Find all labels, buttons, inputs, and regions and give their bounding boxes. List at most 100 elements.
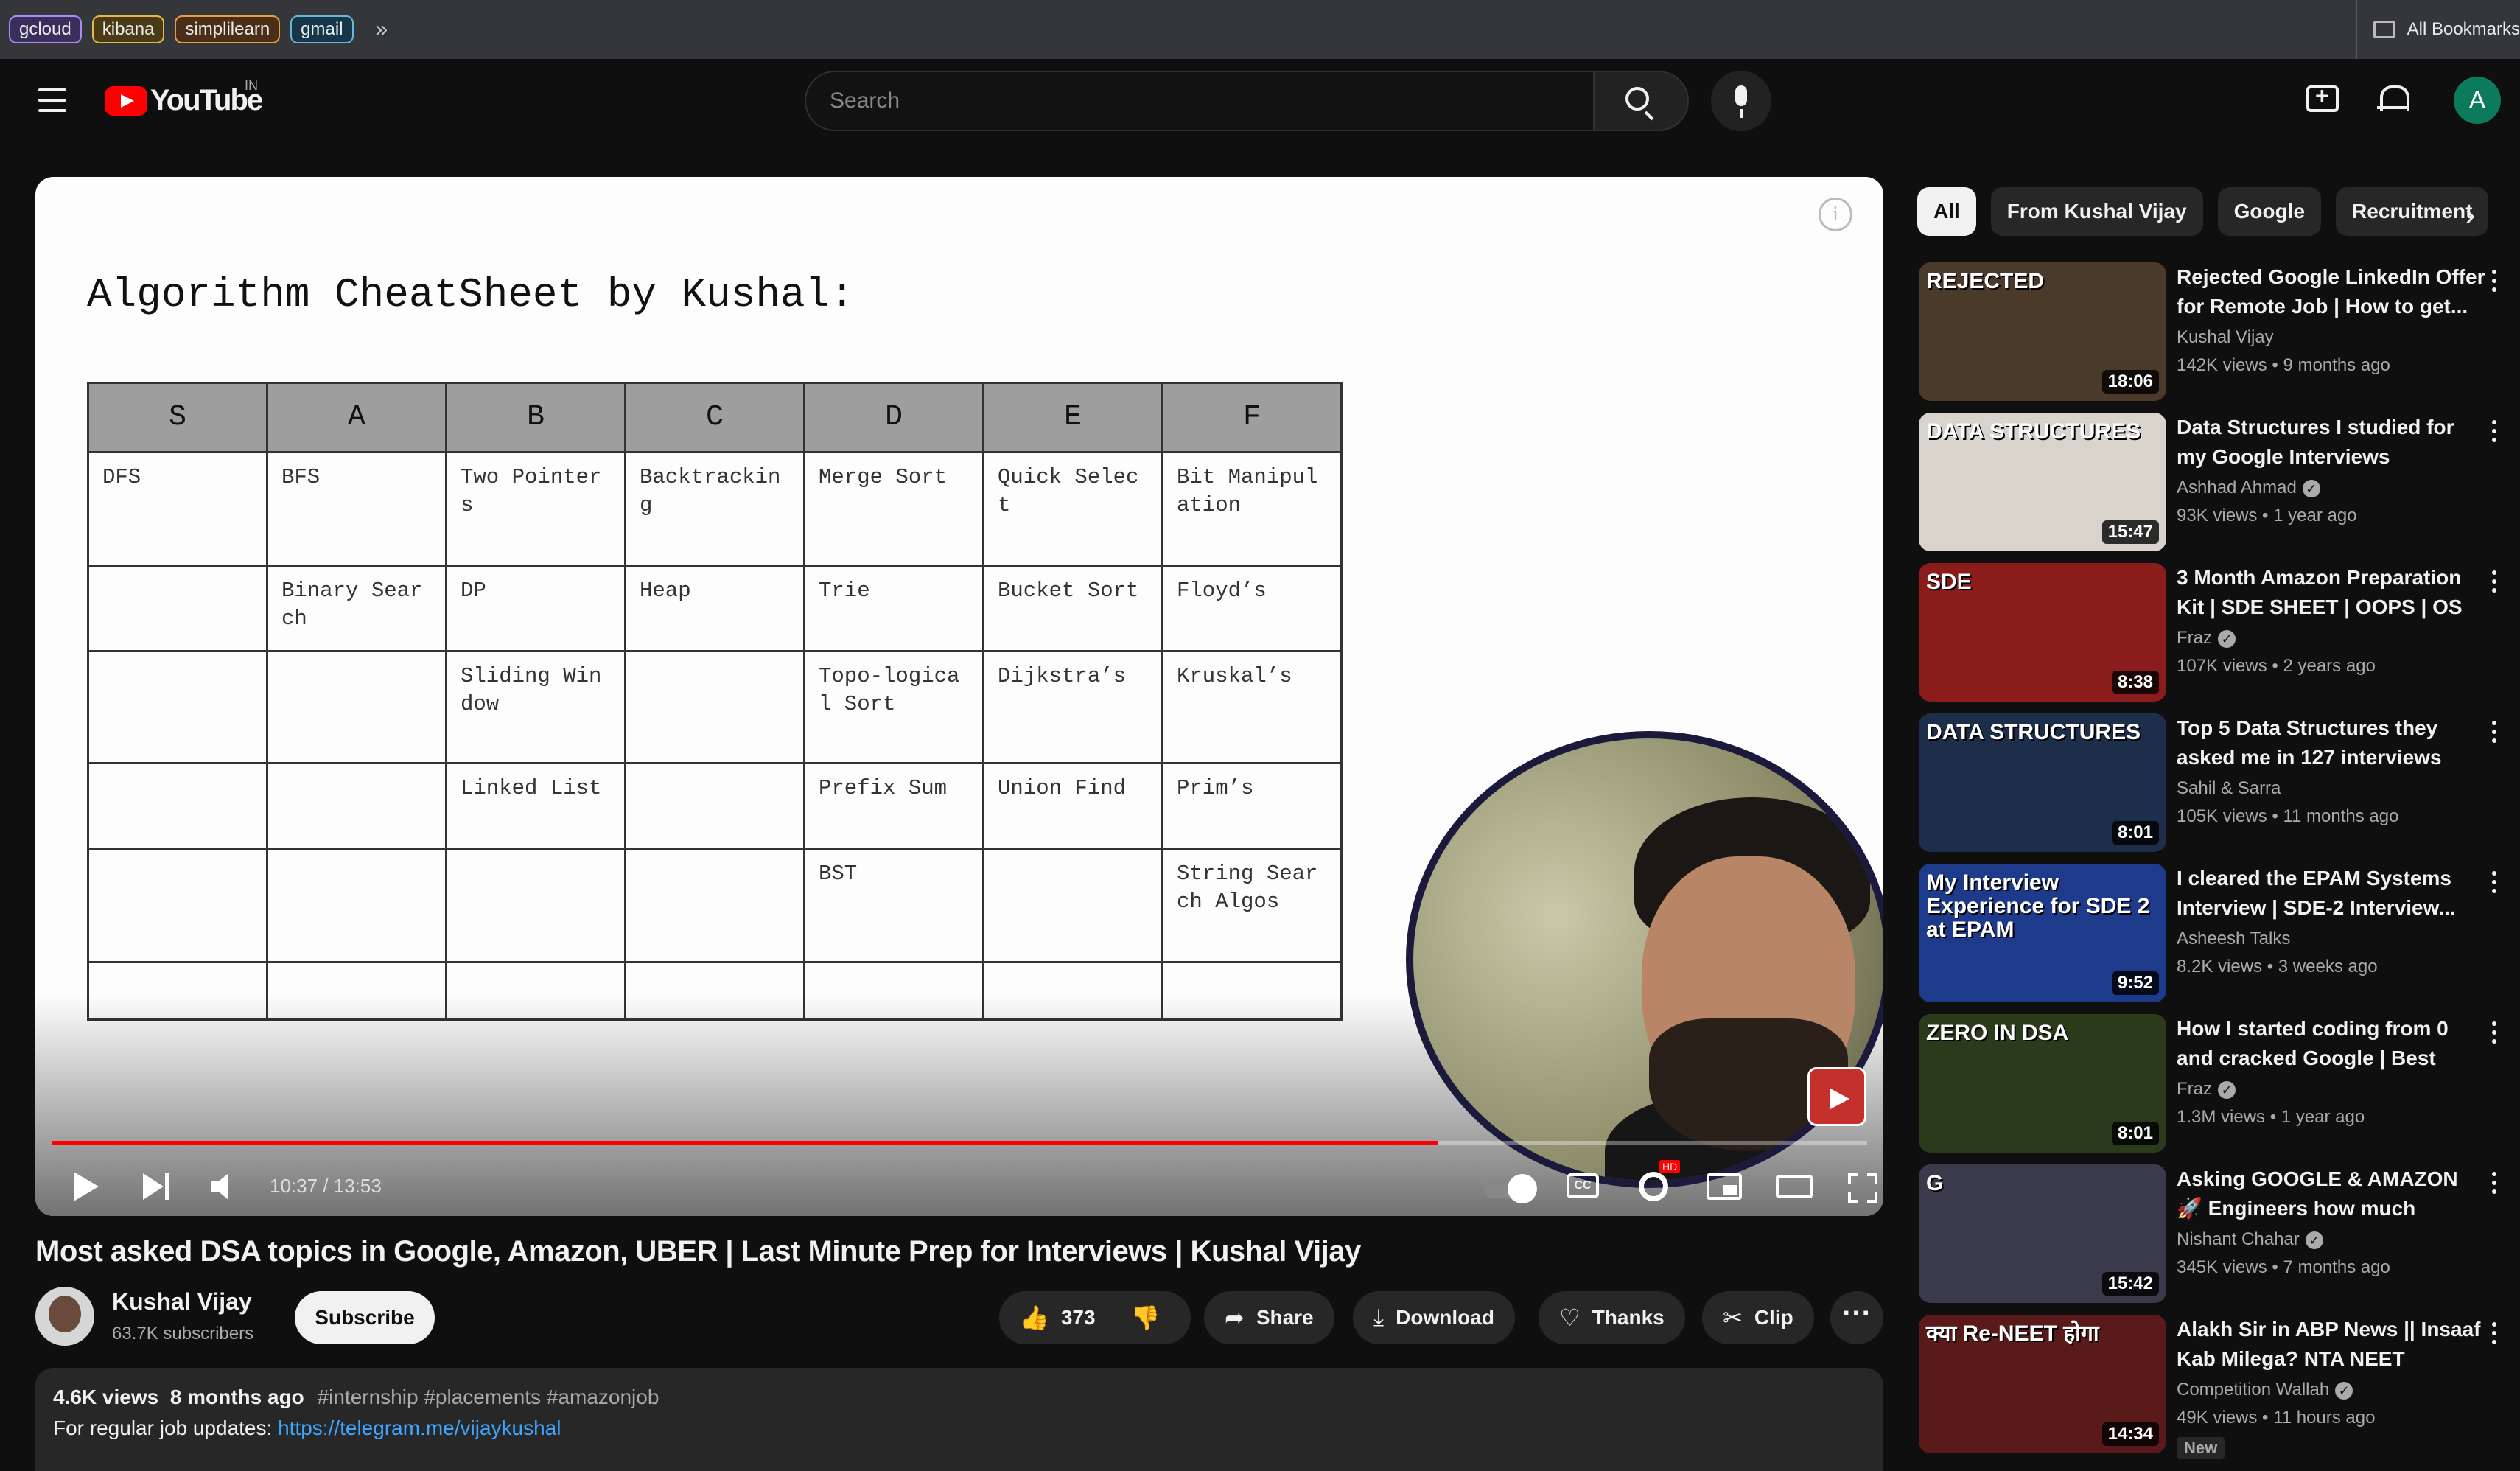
video-thumbnail[interactable]: DATA STRUCTURES 8:01 <box>1919 713 2166 852</box>
fullscreen-icon[interactable] <box>1848 1173 1877 1203</box>
avatar[interactable]: A <box>2454 77 2501 124</box>
recommendation-title[interactable]: Rejected Google LinkedIn Offer for Remot… <box>2177 262 2486 321</box>
recommendation-item[interactable]: DATA STRUCTURES 15:47 Data Structures I st… <box>1919 413 2520 563</box>
miniplayer-icon[interactable] <box>1707 1173 1742 1200</box>
recommendation-channel[interactable]: Asheesh Talks <box>2177 929 2290 949</box>
recommendation-item[interactable]: SDE 8:38 3 Month Amazon Preparation Kit | … <box>1919 563 2520 713</box>
hashtags[interactable]: #internship #placements #amazonjob <box>318 1386 659 1408</box>
progress-bar[interactable] <box>52 1141 1867 1145</box>
search-input[interactable]: Search <box>805 71 1595 131</box>
masthead: YouTube IN Search A <box>0 59 2520 141</box>
download-button[interactable]: ⤓ Download <box>1353 1291 1515 1344</box>
verified-icon: ✓ <box>2335 1381 2353 1400</box>
chip-from-kushal-vijay[interactable]: From Kushal Vijay <box>1990 187 2203 236</box>
kebab-menu-icon[interactable] <box>2492 270 2499 296</box>
description-box[interactable]: 4.6K views 8 months ago #internship #pla… <box>35 1368 1883 1471</box>
video-thumbnail[interactable]: क्या Re-NEET होगा 14:34 <box>1919 1315 2166 1453</box>
recommendation-title[interactable]: 3 Month Amazon Preparation Kit | SDE SHE… <box>2177 563 2486 622</box>
kebab-menu-icon[interactable] <box>2492 1322 2499 1349</box>
sheet-cell: BST <box>803 848 984 963</box>
verified-icon: ✓ <box>2305 1231 2323 1249</box>
volume-icon[interactable] <box>211 1173 240 1200</box>
recommendation-channel[interactable]: Nishant Chahar ✓ <box>2177 1229 2323 1250</box>
clip-button[interactable]: ✂ Clip <box>1702 1291 1814 1344</box>
info-icon[interactable]: i <box>1819 198 1852 231</box>
like-icon[interactable]: 👍 <box>1020 1304 1049 1332</box>
menu-icon[interactable] <box>38 88 66 119</box>
kebab-menu-icon[interactable] <box>2492 420 2499 447</box>
bookmark-simplilearn[interactable]: simplilearn <box>175 15 281 43</box>
autoplay-toggle[interactable] <box>1484 1174 1537 1203</box>
video-thumbnail[interactable]: REJECTED 18:06 <box>1919 262 2166 401</box>
recommendation-item[interactable]: G 15:42 Asking GOOGLE & AMAZON 🚀 Engineers… <box>1919 1164 2520 1315</box>
recommendation-item[interactable]: DATA STRUCTURES 8:01 Top 5 Data Structures… <box>1919 713 2520 864</box>
recommendation-item[interactable]: ZERO IN DSA 8:01 How I started coding from… <box>1919 1014 2520 1164</box>
chip-all[interactable]: All <box>1917 187 1976 236</box>
channel-avatar[interactable] <box>35 1287 94 1346</box>
thanks-button[interactable]: ♡ Thanks <box>1539 1291 1685 1344</box>
bookmark-kibana[interactable]: kibana <box>91 15 165 43</box>
sheet-cell: Heap <box>624 565 805 652</box>
recommendation-title[interactable]: Asking GOOGLE & AMAZON 🚀 Engineers how m… <box>2177 1164 2486 1223</box>
all-bookmarks-button[interactable]: All Bookmarks <box>2355 0 2520 59</box>
search-button[interactable] <box>1595 71 1689 131</box>
telegram-link[interactable]: https://telegram.me/vijaykushal <box>278 1416 561 1439</box>
subscribe-watermark-icon[interactable] <box>1807 1067 1866 1126</box>
next-icon[interactable] <box>143 1173 172 1200</box>
sheet-row: BST String Search Algos <box>87 848 1343 963</box>
captions-button[interactable]: CC <box>1567 1173 1599 1198</box>
kebab-menu-icon[interactable] <box>2492 1172 2499 1198</box>
kebab-menu-icon[interactable] <box>2492 570 2499 597</box>
bookmarks-overflow-button[interactable]: » <box>376 17 388 42</box>
thumbnail-text: क्या Re-NEET होगा <box>1926 1321 2099 1346</box>
create-icon[interactable] <box>2306 83 2339 112</box>
theater-icon[interactable] <box>1776 1175 1813 1198</box>
recommendations-list: REJECTED 18:06 Rejected Google LinkedIn Of… <box>1919 262 2520 1465</box>
youtube-logo[interactable]: YouTube IN <box>105 78 263 117</box>
new-badge: New <box>2177 1437 2225 1459</box>
recommendation-title[interactable]: Data Structures I studied for my Google … <box>2177 413 2486 472</box>
recommendation-channel[interactable]: Fraz ✓ <box>2177 628 2236 649</box>
video-thumbnail[interactable]: DATA STRUCTURES 15:47 <box>1919 413 2166 551</box>
thanks-icon: ♡ <box>1559 1304 1581 1331</box>
recommendation-channel[interactable]: Kushal Vijay <box>2177 327 2274 348</box>
video-thumbnail[interactable]: ZERO IN DSA 8:01 <box>1919 1014 2166 1153</box>
recommendation-channel[interactable]: Sahil & Sarra <box>2177 778 2281 799</box>
channel-name[interactable]: Kushal Vijay <box>112 1288 252 1315</box>
kebab-menu-icon[interactable] <box>2492 721 2499 747</box>
recommendation-item[interactable]: REJECTED 18:06 Rejected Google LinkedIn Of… <box>1919 262 2520 413</box>
sheet-cell: Prefix Sum <box>803 762 984 850</box>
recommendation-title[interactable]: I cleared the EPAM Systems Interview | S… <box>2177 864 2486 923</box>
sheet-cell <box>87 848 268 963</box>
bookmark-gmail[interactable]: gmail <box>290 15 354 43</box>
recommendation-title[interactable]: Alakh Sir in ABP News || Insaaf Kab Mile… <box>2177 1315 2486 1374</box>
video-thumbnail[interactable]: G 15:42 <box>1919 1164 2166 1303</box>
kebab-menu-icon[interactable] <box>2492 1021 2499 1048</box>
subscribe-button[interactable]: Subscribe <box>295 1291 435 1344</box>
bell-icon[interactable] <box>2377 83 2409 115</box>
more-icon[interactable]: ··· <box>1830 1291 1883 1344</box>
chip-google[interactable]: Google <box>2217 187 2322 236</box>
kebab-menu-icon[interactable] <box>2492 871 2499 898</box>
video-player[interactable]: i Algorithm CheatSheet by Kushal: SABCDE… <box>35 177 1883 1216</box>
recommendation-title[interactable]: How I started coding from 0 and cracked … <box>2177 1014 2486 1073</box>
mic-icon[interactable] <box>1711 71 1771 131</box>
recommendation-channel[interactable]: Fraz ✓ <box>2177 1079 2236 1100</box>
video-thumbnail[interactable]: SDE 8:38 <box>1919 563 2166 702</box>
sheet-column-header: S <box>87 382 268 453</box>
chevron-right-icon[interactable]: › <box>2465 199 2475 232</box>
play-icon[interactable] <box>74 1172 99 1201</box>
recommendation-channel[interactable]: Competition Wallah ✓ <box>2177 1380 2353 1400</box>
recommendation-title[interactable]: Top 5 Data Structures they asked me in 1… <box>2177 713 2486 772</box>
channel-label: Sahil & Sarra <box>2177 778 2281 798</box>
recommendation-channel[interactable]: Ashhad Ahmad ✓ <box>2177 478 2320 498</box>
video-thumbnail[interactable]: My Interview Experience for SDE 2 at EPA… <box>1919 864 2166 1002</box>
settings-icon[interactable] <box>1639 1172 1668 1201</box>
share-button[interactable]: ➦ Share <box>1204 1291 1334 1344</box>
like-count[interactable]: 373 <box>1061 1306 1096 1330</box>
recommendation-item[interactable]: My Interview Experience for SDE 2 at EPA… <box>1919 864 2520 1014</box>
dislike-icon[interactable]: 👎 <box>1131 1304 1161 1332</box>
recommendation-item[interactable]: क्या Re-NEET होगा 14:34 Alakh Sir in ABP N… <box>1919 1315 2520 1465</box>
bookmark-gcloud[interactable]: gcloud <box>9 15 82 43</box>
sheet-cell: Kruskal’s <box>1161 650 1343 764</box>
